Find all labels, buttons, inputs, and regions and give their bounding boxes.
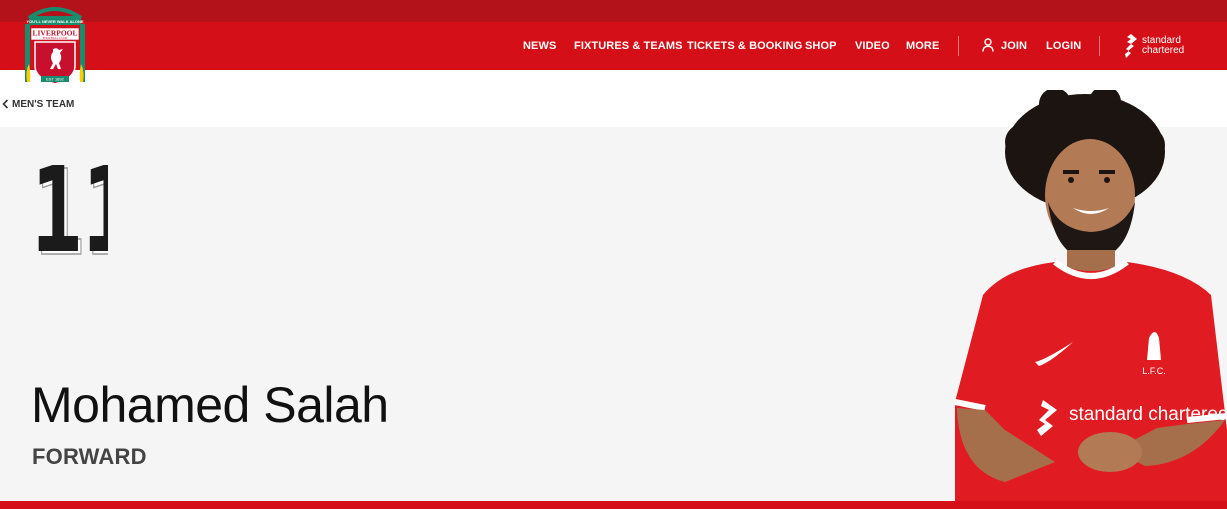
shirt-badge-text: L.F.C. bbox=[1142, 366, 1166, 376]
sponsor-logo[interactable]: standard chartered bbox=[1123, 33, 1195, 59]
user-icon[interactable] bbox=[982, 38, 994, 52]
player-name: Mohamed Salah bbox=[31, 377, 389, 433]
crest-est: EST 1892 bbox=[46, 77, 64, 82]
crest-sub: FOOTBALL CLUB bbox=[43, 36, 67, 40]
breadcrumb[interactable]: MEN'S TEAM bbox=[2, 97, 74, 111]
bottom-bar bbox=[0, 501, 1227, 509]
player-photo: L.F.C. standard chartered bbox=[954, 90, 1227, 501]
sponsor-text: standard chartered bbox=[1142, 36, 1184, 55]
nav-login[interactable]: LOGIN bbox=[1046, 22, 1081, 70]
breadcrumb-label: MEN'S TEAM bbox=[12, 98, 75, 110]
player-profile-page: NEWS FIXTURES & TEAMS TICKETS & BOOKING … bbox=[0, 0, 1227, 509]
shirt-number: 11 11 bbox=[31, 156, 108, 260]
player-position: FORWARD bbox=[32, 444, 147, 469]
nav-join[interactable]: JOIN bbox=[1001, 22, 1027, 70]
header-top-strip bbox=[0, 0, 1227, 22]
chevron-left-icon bbox=[2, 99, 9, 109]
nav-divider bbox=[958, 36, 959, 56]
club-crest[interactable]: YOU'LL NEVER WALK ALONE LIVERPOOL FOOTBA… bbox=[23, 2, 87, 88]
nav-tickets-booking[interactable]: TICKETS & BOOKING bbox=[687, 22, 802, 70]
sponsor-line2: chartered bbox=[1142, 44, 1185, 56]
nav-more[interactable]: MORE bbox=[906, 22, 939, 70]
crest-motto: YOU'LL NEVER WALK ALONE bbox=[26, 19, 84, 24]
standard-chartered-logo-icon bbox=[1125, 34, 1137, 58]
main-navigation: NEWS FIXTURES & TEAMS TICKETS & BOOKING … bbox=[0, 22, 1227, 70]
nav-divider bbox=[1099, 36, 1100, 56]
shirt-number-text: 11 bbox=[31, 156, 108, 260]
nav-video[interactable]: VIDEO bbox=[855, 22, 890, 70]
nav-fixtures-teams[interactable]: FIXTURES & TEAMS bbox=[574, 22, 683, 70]
nav-shop[interactable]: SHOP bbox=[805, 22, 837, 70]
nav-news[interactable]: NEWS bbox=[523, 22, 556, 70]
site-header: NEWS FIXTURES & TEAMS TICKETS & BOOKING … bbox=[0, 0, 1227, 70]
shirt-sponsor-text: standard chartered bbox=[1069, 404, 1227, 425]
